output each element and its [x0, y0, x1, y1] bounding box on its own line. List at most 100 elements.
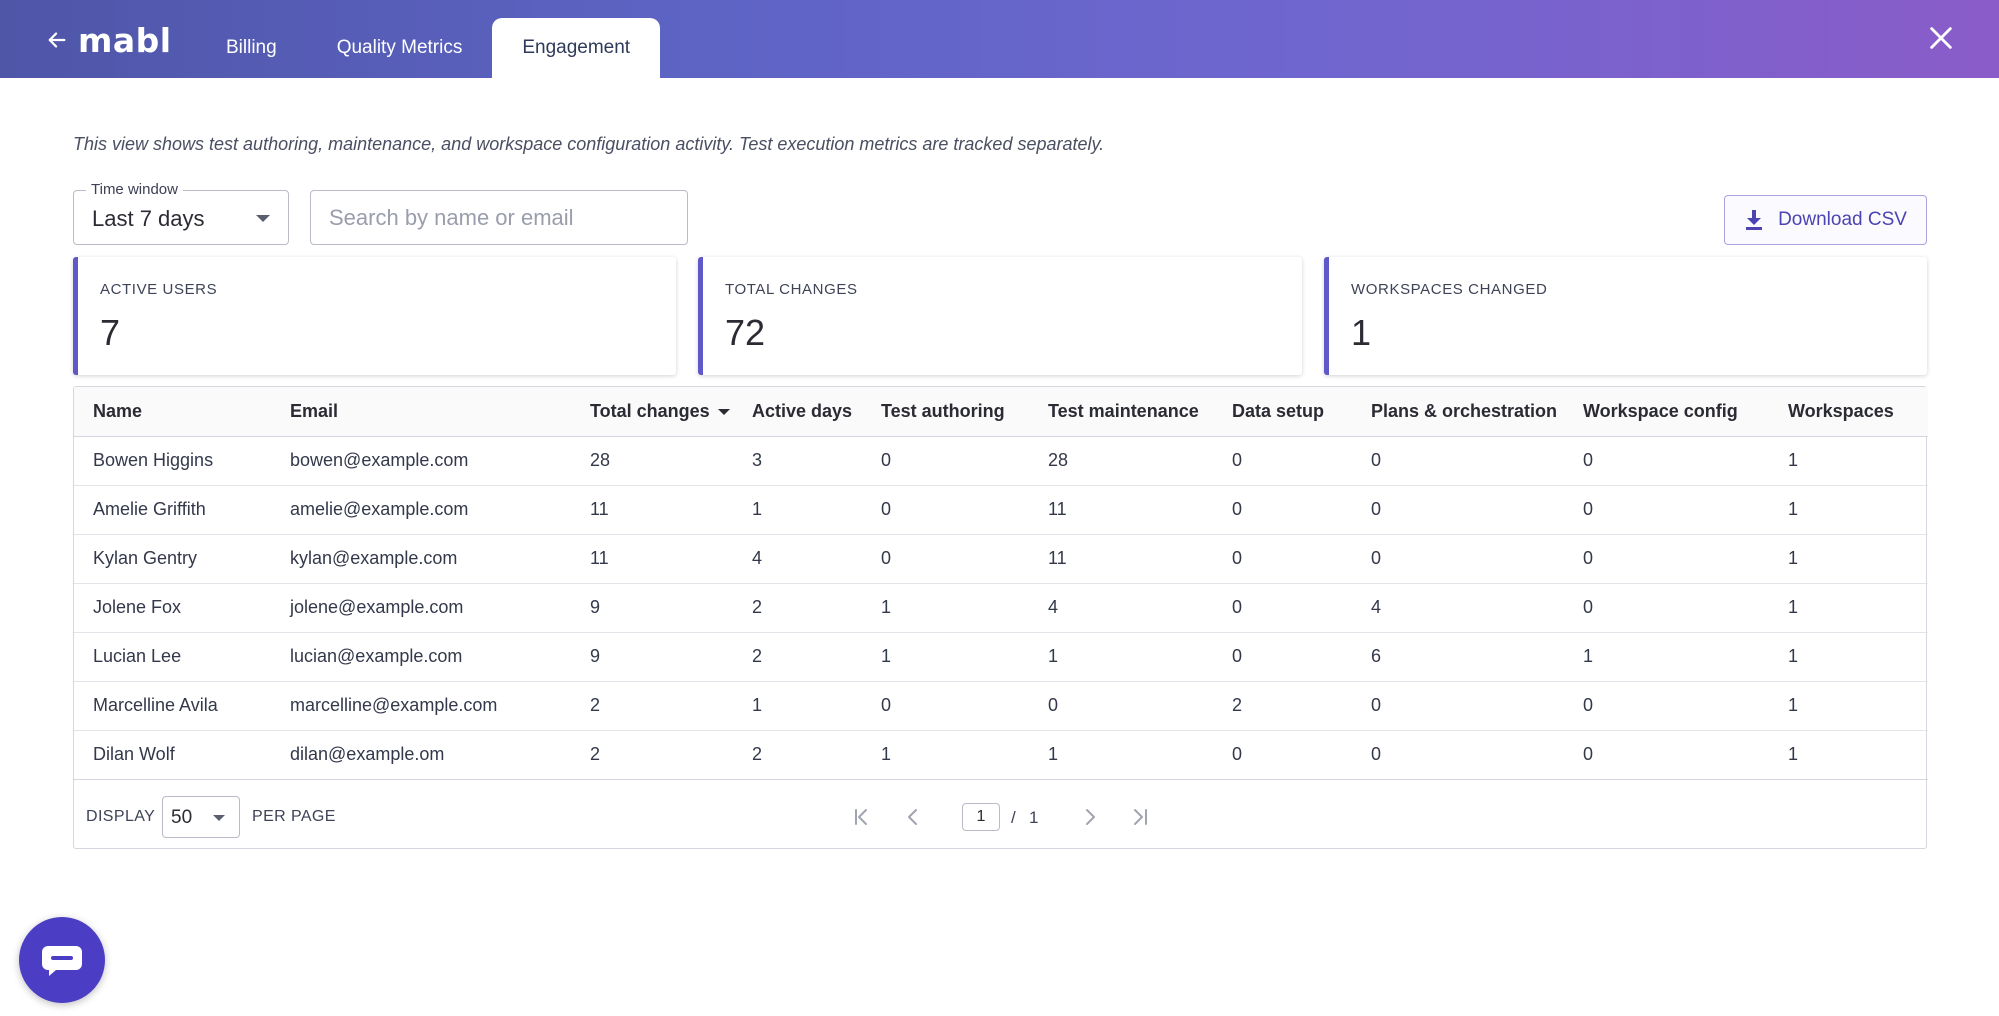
- cell-data-setup: 2: [1213, 681, 1352, 731]
- chevron-down-icon: [256, 215, 270, 222]
- download-csv-button[interactable]: Download CSV: [1724, 195, 1927, 245]
- table-row: Kylan Gentry kylan@example.com 11 4 0 11…: [74, 534, 1928, 584]
- table-row: Dilan Wolf dilan@example.om 2 2 1 1 0 0 …: [74, 730, 1928, 780]
- column-header-total-changes[interactable]: Total changes: [571, 387, 733, 437]
- per-page-select[interactable]: 50: [162, 796, 240, 838]
- column-header-workspaces[interactable]: Workspaces: [1769, 387, 1928, 437]
- cell-active-days: 2: [733, 632, 862, 682]
- page-number-input[interactable]: [962, 803, 1000, 831]
- cell-test-maintenance: 1: [1029, 730, 1213, 780]
- first-page-icon[interactable]: [851, 806, 873, 828]
- cell-workspaces: 1: [1769, 583, 1928, 633]
- download-csv-label: Download CSV: [1778, 209, 1907, 230]
- stat-label: TOTAL CHANGES: [725, 281, 858, 298]
- cell-test-authoring: 1: [862, 730, 1029, 780]
- stat-label: WORKSPACES CHANGED: [1351, 281, 1548, 298]
- cell-active-days: 1: [733, 681, 862, 731]
- cell-active-days: 3: [733, 436, 862, 486]
- cell-workspace-config: 0: [1564, 730, 1769, 780]
- display-label: DISPLAY: [86, 808, 156, 825]
- cell-plans-orchestration: 0: [1352, 681, 1564, 731]
- column-header-name[interactable]: Name: [74, 387, 271, 437]
- time-window-value: Last 7 days: [92, 206, 205, 231]
- previous-page-icon[interactable]: [902, 806, 924, 828]
- cell-email: marcelline@example.com: [271, 681, 571, 731]
- column-header-data-setup[interactable]: Data setup: [1213, 387, 1352, 437]
- cell-data-setup: 0: [1213, 730, 1352, 780]
- cell-active-days: 1: [733, 485, 862, 535]
- last-page-icon[interactable]: [1129, 806, 1151, 828]
- stat-value: 72: [725, 312, 766, 353]
- cell-workspace-config: 0: [1564, 534, 1769, 584]
- column-header-label: Total changes: [590, 400, 710, 421]
- chat-button[interactable]: [19, 917, 105, 1003]
- cell-workspaces: 1: [1769, 681, 1928, 731]
- table-row: Lucian Lee lucian@example.com 9 2 1 1 0 …: [74, 632, 1928, 682]
- column-header-workspace-config[interactable]: Workspace config: [1564, 387, 1769, 437]
- column-header-plans-orchestration[interactable]: Plans & orchestration: [1352, 387, 1564, 437]
- download-icon: [1746, 210, 1763, 230]
- cell-workspace-config: 0: [1564, 583, 1769, 633]
- cell-plans-orchestration: 0: [1352, 730, 1564, 780]
- cell-email: kylan@example.com: [271, 534, 571, 584]
- tab-engagement[interactable]: Engagement: [492, 18, 661, 78]
- close-icon[interactable]: [1927, 24, 1955, 52]
- column-header-email[interactable]: Email: [271, 387, 571, 437]
- search-input[interactable]: [310, 190, 688, 245]
- cell-test-authoring: 0: [862, 681, 1029, 731]
- cell-total-changes: 2: [571, 681, 733, 731]
- cell-test-maintenance: 1: [1029, 632, 1213, 682]
- cell-workspaces: 1: [1769, 632, 1928, 682]
- cell-active-days: 2: [733, 583, 862, 633]
- cell-name: Kylan Gentry: [74, 534, 271, 584]
- time-window-label: Time window: [86, 181, 183, 198]
- cell-email: bowen@example.com: [271, 436, 571, 486]
- table-row: Jolene Fox jolene@example.com 9 2 1 4 0 …: [74, 583, 1928, 633]
- cell-plans-orchestration: 0: [1352, 485, 1564, 535]
- engagement-table: Name Email Total changes Active days Tes…: [74, 387, 1928, 780]
- cell-email: lucian@example.com: [271, 632, 571, 682]
- stat-card-workspaces-changed: WORKSPACES CHANGED 1: [1324, 257, 1927, 375]
- cell-test-authoring: 1: [862, 583, 1029, 633]
- cell-data-setup: 0: [1213, 534, 1352, 584]
- cell-email: amelie@example.com: [271, 485, 571, 535]
- stat-value: 1: [1351, 312, 1372, 353]
- cell-name: Marcelline Avila: [74, 681, 271, 731]
- time-window-select[interactable]: Time window Last 7 days: [73, 181, 289, 245]
- column-header-test-authoring[interactable]: Test authoring: [862, 387, 1029, 437]
- cell-data-setup: 0: [1213, 583, 1352, 633]
- total-pages: 1: [1029, 808, 1039, 827]
- engagement-table-container: Name Email Total changes Active days Tes…: [73, 386, 1928, 849]
- back-to-app-link[interactable]: mabl: [46, 21, 172, 60]
- cell-test-maintenance: 28: [1029, 436, 1213, 486]
- top-header: mabl Billing Quality Metrics Engagement: [0, 0, 1999, 78]
- cell-total-changes: 9: [571, 632, 733, 682]
- cell-workspaces: 1: [1769, 485, 1928, 535]
- cell-test-maintenance: 0: [1029, 681, 1213, 731]
- chevron-down-icon: [213, 815, 225, 821]
- column-header-active-days[interactable]: Active days: [733, 387, 862, 437]
- cell-test-maintenance: 11: [1029, 485, 1213, 535]
- table-row: Amelie Griffith amelie@example.com 11 1 …: [74, 485, 1928, 535]
- cell-total-changes: 9: [571, 583, 733, 633]
- cell-workspace-config: 0: [1564, 681, 1769, 731]
- cell-test-authoring: 1: [862, 632, 1029, 682]
- table-row: Marcelline Avila marcelline@example.com …: [74, 681, 1928, 731]
- tab-billing[interactable]: Billing: [196, 18, 307, 78]
- cell-email: dilan@example.om: [271, 730, 571, 780]
- next-page-icon[interactable]: [1079, 806, 1101, 828]
- page-description: This view shows test authoring, maintena…: [73, 134, 1105, 154]
- cell-active-days: 2: [733, 730, 862, 780]
- cell-total-changes: 11: [571, 485, 733, 535]
- cell-workspace-config: 0: [1564, 485, 1769, 535]
- cell-workspace-config: 1: [1564, 632, 1769, 682]
- per-page-label: PER PAGE: [252, 808, 336, 825]
- cell-plans-orchestration: 0: [1352, 436, 1564, 486]
- column-header-test-maintenance[interactable]: Test maintenance: [1029, 387, 1213, 437]
- cell-workspace-config: 0: [1564, 436, 1769, 486]
- tab-quality-metrics[interactable]: Quality Metrics: [307, 18, 493, 78]
- cell-name: Lucian Lee: [74, 632, 271, 682]
- stat-card-active-users: ACTIVE USERS 7: [73, 257, 676, 375]
- per-page-value: 50: [171, 807, 193, 828]
- cell-total-changes: 11: [571, 534, 733, 584]
